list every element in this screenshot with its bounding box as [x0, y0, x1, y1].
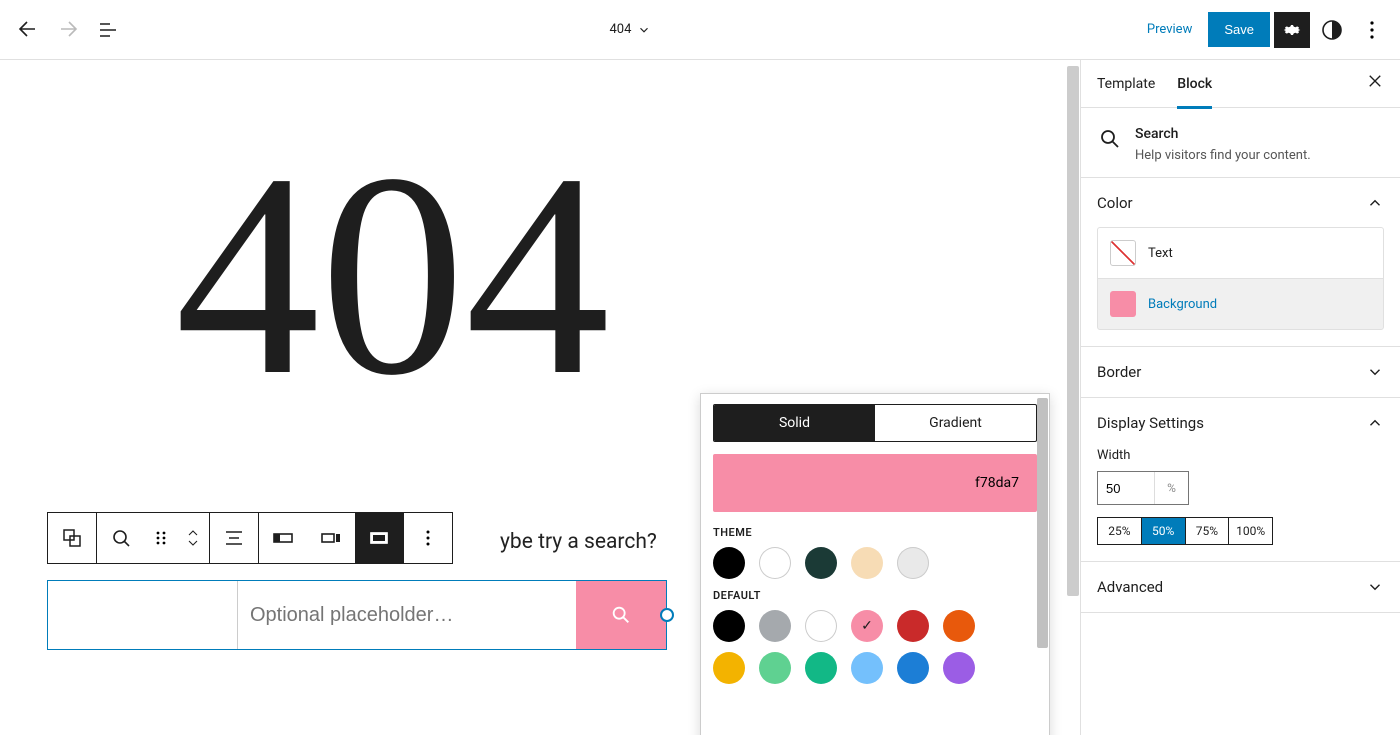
block-toolbar [47, 512, 452, 564]
block-options-button[interactable] [404, 512, 452, 564]
theme-palette-label: THEME [713, 526, 1037, 539]
top-toolbar: 404 Preview Save [0, 0, 1400, 60]
theme-palette [713, 547, 1037, 579]
preview-button[interactable]: Preview [1135, 14, 1204, 45]
toggle-label-button[interactable] [259, 512, 307, 564]
color-swatch[interactable] [897, 652, 929, 684]
hint-text: ybe try a search? [500, 530, 657, 554]
block-card: Search Help visitors find your content. [1081, 108, 1400, 178]
button-position-button[interactable] [307, 512, 355, 564]
color-swatch[interactable] [897, 610, 929, 642]
more-menu-button[interactable] [1354, 12, 1390, 48]
block-name: Search [1135, 126, 1311, 142]
chevron-down-icon [1366, 363, 1384, 381]
color-swatch[interactable] [943, 610, 975, 642]
width-presets: 25%50%75%100% [1097, 517, 1273, 545]
hero-404-text: 404 [0, 60, 1080, 420]
color-swatch[interactable] [759, 547, 791, 579]
move-up-down[interactable] [177, 512, 209, 564]
drag-handle[interactable] [145, 512, 177, 564]
width-preset[interactable]: 50% [1142, 518, 1186, 544]
color-swatch[interactable] [713, 610, 745, 642]
color-swatch[interactable] [805, 547, 837, 579]
document-title[interactable]: 404 [610, 22, 652, 37]
panel-advanced-toggle[interactable]: Advanced [1081, 562, 1400, 612]
panel-border: Border [1081, 347, 1400, 398]
settings-sidebar: Template Block Search Help visitors find… [1080, 60, 1400, 735]
color-swatch[interactable] [805, 652, 837, 684]
search-block[interactable] [47, 580, 667, 650]
chevron-up-icon [1366, 414, 1384, 432]
search-submit-button[interactable] [576, 581, 666, 649]
save-button[interactable]: Save [1208, 12, 1270, 47]
editor-canvas[interactable]: 404 ybe try a search? [0, 60, 1080, 735]
color-swatch[interactable] [851, 547, 883, 579]
search-label-area[interactable] [48, 581, 238, 649]
width-input-wrapper: % [1097, 471, 1189, 505]
chevron-up-icon [1366, 194, 1384, 212]
current-color-swatch[interactable]: f78da7 [713, 454, 1037, 512]
color-swatch[interactable] [759, 652, 791, 684]
back-button[interactable] [10, 12, 46, 48]
tab-gradient[interactable]: Gradient [875, 405, 1036, 441]
color-swatch[interactable] [851, 652, 883, 684]
block-type-icon[interactable] [97, 512, 145, 564]
panel-advanced: Advanced [1081, 562, 1400, 613]
color-swatch[interactable] [805, 610, 837, 642]
settings-button[interactable] [1274, 12, 1310, 48]
close-sidebar-button[interactable] [1366, 72, 1384, 95]
panel-border-toggle[interactable]: Border [1081, 347, 1400, 397]
width-preset[interactable]: 25% [1098, 518, 1142, 544]
width-label: Width [1097, 448, 1384, 463]
button-icon-only-button[interactable] [355, 512, 403, 564]
panel-color-toggle[interactable]: Color [1081, 178, 1400, 228]
width-preset[interactable]: 75% [1186, 518, 1230, 544]
color-text-label: Text [1148, 246, 1173, 261]
color-swatch[interactable] [713, 547, 745, 579]
width-input[interactable] [1098, 481, 1154, 496]
default-palette-row1: ✓ [713, 610, 1037, 642]
default-palette-row2 [713, 652, 1037, 684]
text-color-swatch [1110, 240, 1136, 266]
color-background-label: Background [1148, 297, 1217, 312]
panel-display-toggle[interactable]: Display Settings [1081, 398, 1400, 448]
tab-block[interactable]: Block [1177, 62, 1212, 106]
current-hex: f78da7 [975, 475, 1019, 491]
canvas-scrollbar[interactable] [1066, 60, 1080, 735]
styles-button[interactable] [1314, 12, 1350, 48]
chevron-down-icon [1366, 578, 1384, 596]
tab-template[interactable]: Template [1097, 62, 1155, 106]
align-button[interactable] [210, 512, 258, 564]
panel-color: Color Text Background [1081, 178, 1400, 347]
background-color-swatch [1110, 291, 1136, 317]
color-popover: Solid Gradient f78da7 THEME DEFAULT ✓ [700, 393, 1050, 735]
color-swatch[interactable] [759, 610, 791, 642]
default-palette-label: DEFAULT [713, 589, 1037, 602]
block-description: Help visitors find your content. [1135, 148, 1311, 163]
list-view-button[interactable] [90, 12, 126, 48]
color-row-text[interactable]: Text [1097, 227, 1384, 279]
panel-display-settings: Display Settings Width % 25%50%75%100% [1081, 398, 1400, 562]
color-swatch[interactable]: ✓ [851, 610, 883, 642]
tab-solid[interactable]: Solid [714, 405, 875, 441]
color-swatch[interactable] [897, 547, 929, 579]
search-placeholder-input[interactable] [238, 581, 576, 649]
width-preset[interactable]: 100% [1229, 518, 1272, 544]
redo-button[interactable] [50, 12, 86, 48]
width-unit[interactable]: % [1154, 472, 1188, 504]
color-row-background[interactable]: Background [1097, 278, 1384, 330]
title-text: 404 [610, 22, 632, 37]
parent-block-button[interactable] [48, 512, 96, 564]
search-icon [1097, 126, 1121, 150]
resize-handle[interactable] [660, 608, 674, 622]
color-swatch[interactable] [943, 652, 975, 684]
color-swatch[interactable] [713, 652, 745, 684]
chevron-down-icon [637, 23, 651, 37]
popover-scrollbar[interactable] [1037, 398, 1048, 735]
